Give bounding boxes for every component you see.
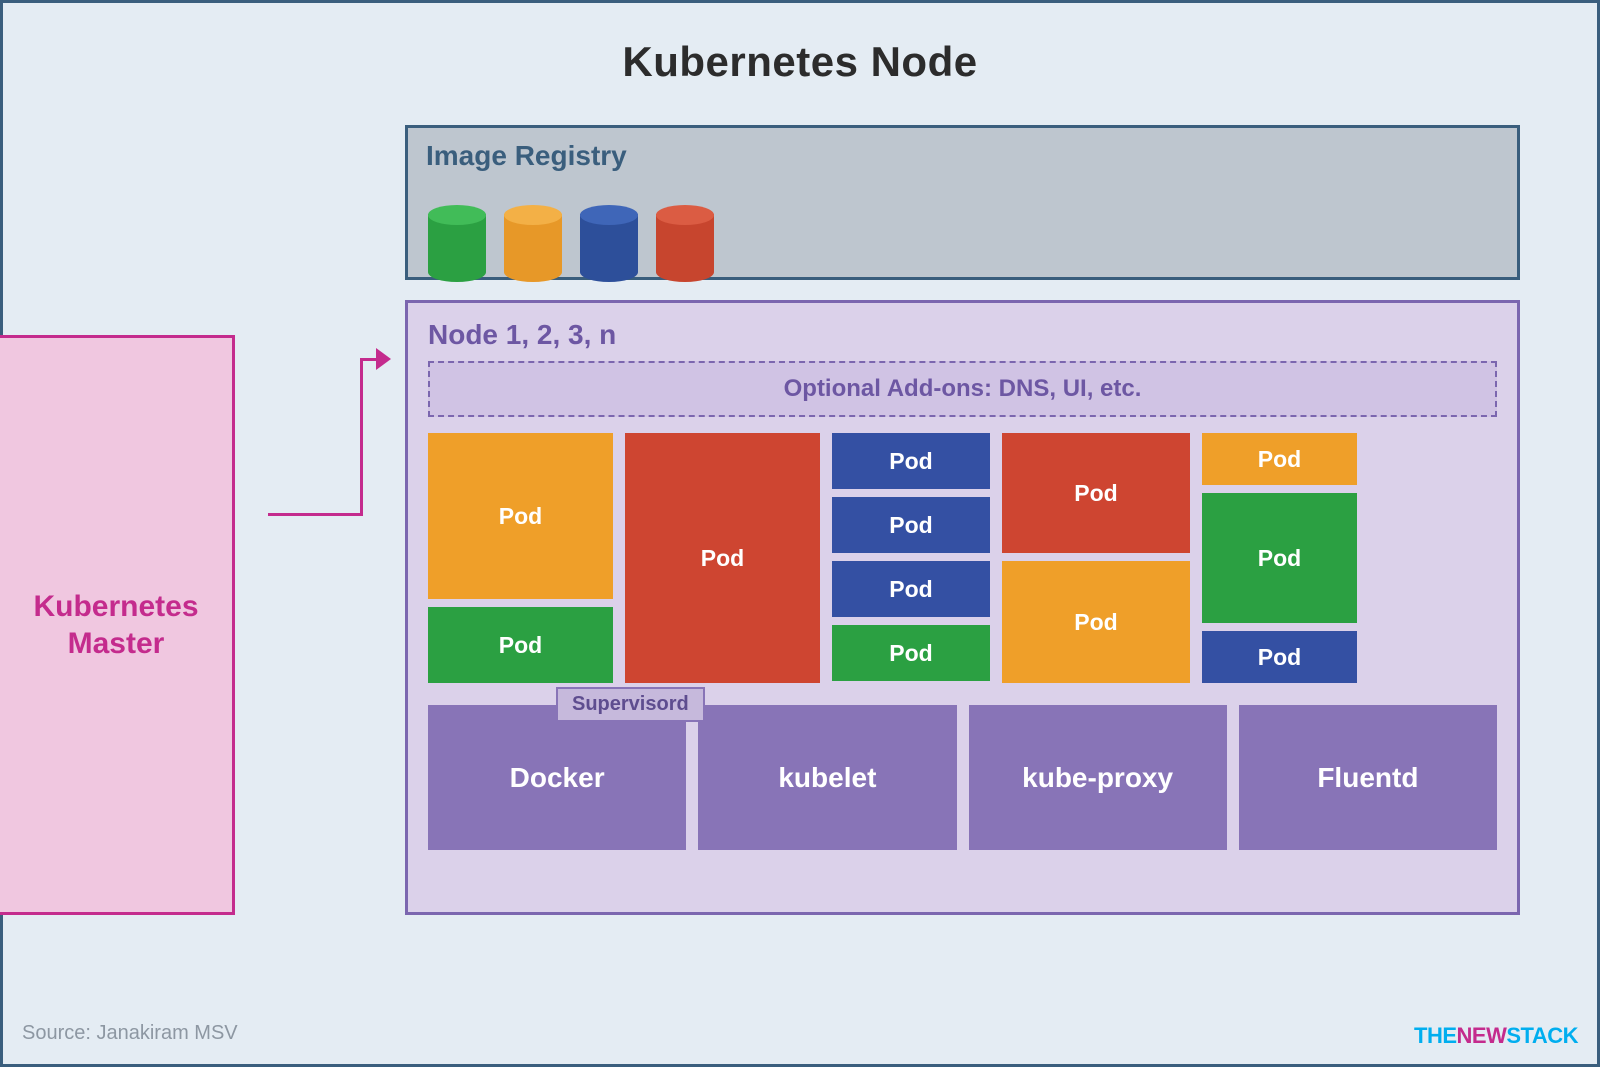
- pod-box: Pod: [832, 497, 990, 553]
- pod-box: Pod: [1202, 493, 1357, 623]
- pod-box: Pod: [428, 607, 613, 683]
- pod-box: Pod: [832, 625, 990, 681]
- cylinder-icon: [656, 205, 714, 277]
- master-label: KubernetesMaster: [33, 588, 198, 663]
- pod-box: Pod: [1002, 433, 1190, 553]
- pods-area: Pod Pod Pod Pod Pod Pod Pod Pod Pod Pod …: [428, 433, 1497, 683]
- registry-images-row: [428, 205, 714, 277]
- service-fluentd: Fluentd: [1239, 705, 1497, 850]
- pod-box: Pod: [1202, 631, 1357, 683]
- kubernetes-master-box: KubernetesMaster: [0, 335, 235, 915]
- pod-box: Pod: [428, 433, 613, 599]
- pod-box: Pod: [625, 433, 820, 683]
- logo-part: NEW: [1457, 1023, 1507, 1048]
- node-title: Node 1, 2, 3, n: [428, 319, 1497, 351]
- service-kubelet: kubelet: [698, 705, 956, 850]
- registry-title: Image Registry: [408, 128, 1517, 172]
- node-services-row: Supervisord Docker kubelet kube-proxy Fl…: [428, 705, 1497, 850]
- supervisord-tag: Supervisord: [556, 687, 705, 722]
- image-registry-box: Image Registry: [405, 125, 1520, 280]
- addons-box: Optional Add-ons: DNS, UI, etc.: [428, 361, 1497, 417]
- pod-box: Pod: [1002, 561, 1190, 683]
- cylinder-icon: [428, 205, 486, 277]
- source-attribution: Source: Janakiram MSV: [22, 1022, 238, 1045]
- thenewstack-logo: THENEWSTACK: [1414, 1023, 1578, 1049]
- service-docker: Docker: [428, 705, 686, 850]
- pod-box: Pod: [832, 561, 990, 617]
- pod-box: Pod: [1202, 433, 1357, 485]
- cylinder-icon: [504, 205, 562, 277]
- logo-part: STACK: [1506, 1023, 1578, 1048]
- service-kubeproxy: kube-proxy: [969, 705, 1227, 850]
- cylinder-icon: [580, 205, 638, 277]
- diagram-title: Kubernetes Node: [0, 38, 1600, 86]
- node-box: Node 1, 2, 3, n Optional Add-ons: DNS, U…: [405, 300, 1520, 915]
- pod-box: Pod: [832, 433, 990, 489]
- logo-part: THE: [1414, 1023, 1457, 1048]
